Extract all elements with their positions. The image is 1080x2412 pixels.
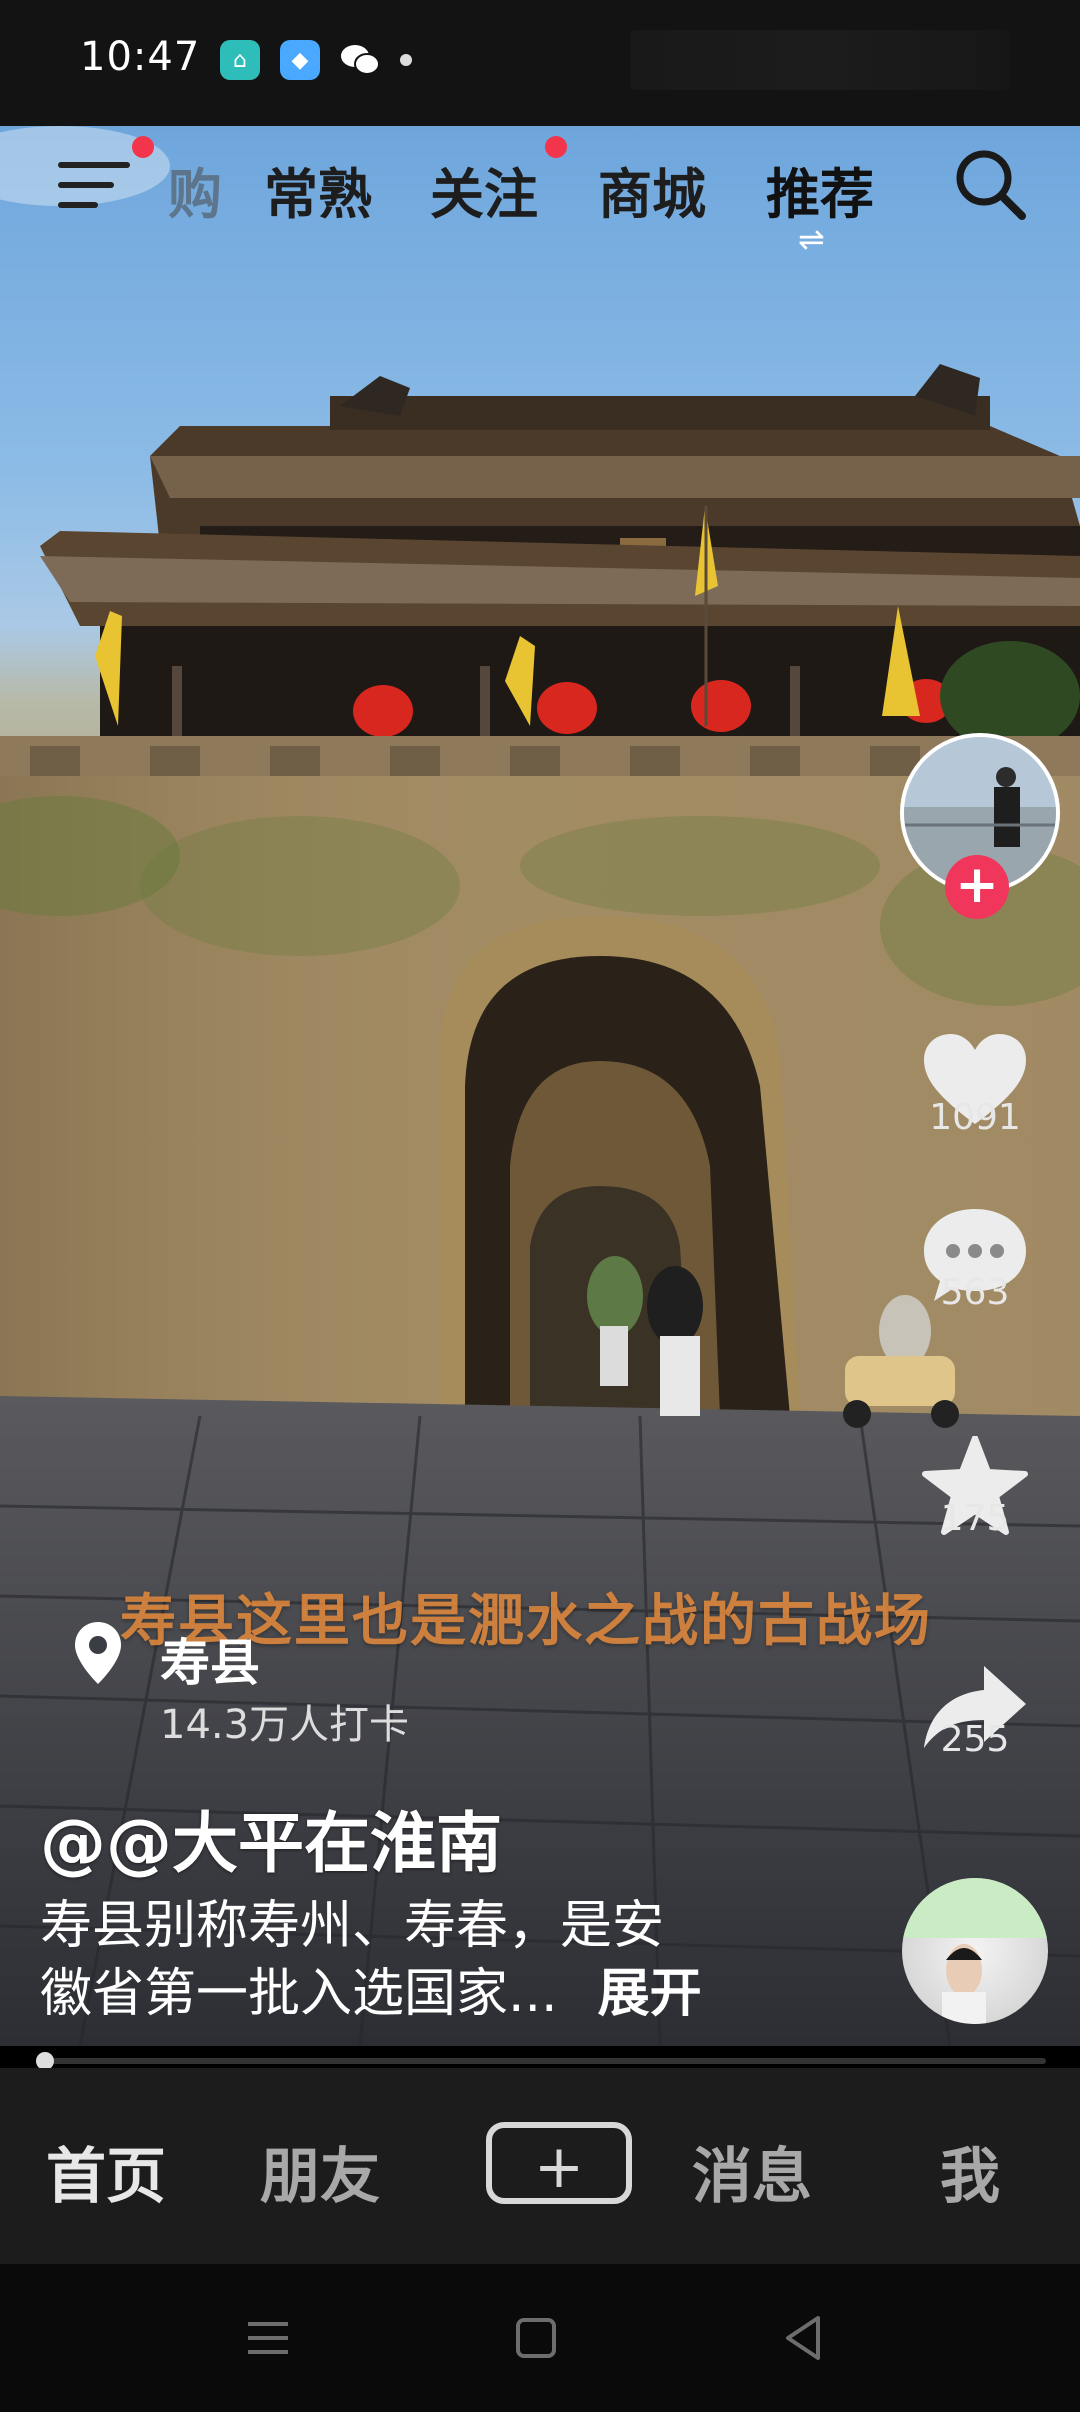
music-disc-avatar[interactable] xyxy=(902,1878,1048,2024)
location-name[interactable]: 寿县 xyxy=(160,1623,260,1695)
bottom-nav: 首页 朋友 + 消息 我 xyxy=(0,2068,1080,2264)
description-line-2-text: 徽省第一批入选国家... xyxy=(40,1964,558,2024)
status-icons: ⌂ ◆ xyxy=(220,40,412,80)
post-description: 寿县别称寿州、寿春，是安 徽省第一批入选国家... 展开 xyxy=(40,1892,800,2028)
author-name[interactable]: @@大平在淮南 xyxy=(40,1790,502,1886)
description-line-1: 寿县别称寿州、寿春，是安 xyxy=(40,1896,665,1956)
comment-count: 563 xyxy=(940,1272,1010,1313)
share-count: 255 xyxy=(940,1719,1010,1760)
menu-notification-dot xyxy=(132,136,154,158)
wechat-icon xyxy=(340,40,380,80)
description-line-2: 徽省第一批入选国家... 展开 xyxy=(40,1960,800,2028)
dot-icon xyxy=(400,54,412,66)
tab-following[interactable]: 关注 xyxy=(430,150,538,229)
app-screen: 10:47 ⌂ ◆ 购 常熟 关注 商城 推荐 ⇌ + 1091 563 175… xyxy=(0,0,1080,2412)
system-nav-bar xyxy=(0,2264,1080,2412)
status-bar: 10:47 ⌂ ◆ xyxy=(0,0,1080,126)
nav-friends[interactable]: 朋友 xyxy=(260,2128,380,2215)
back-button-icon[interactable] xyxy=(774,2308,834,2368)
blue-app-icon: ◆ xyxy=(280,40,320,80)
tab-local[interactable]: 常熟 xyxy=(264,150,372,229)
search-icon[interactable] xyxy=(950,144,1030,224)
like-count: 1091 xyxy=(929,1097,1021,1138)
home-app-icon: ⌂ xyxy=(220,40,260,80)
tab-shop[interactable]: 商城 xyxy=(598,150,706,229)
status-right-blurred xyxy=(630,30,1010,90)
favorite-count: 175 xyxy=(940,1498,1010,1539)
home-button-icon[interactable] xyxy=(506,2308,566,2368)
switch-feed-icon[interactable]: ⇌ xyxy=(798,220,825,258)
create-post-button[interactable]: + xyxy=(486,2122,632,2204)
status-time: 10:47 xyxy=(80,34,201,80)
nav-home[interactable]: 首页 xyxy=(46,2128,166,2215)
following-notification-dot xyxy=(545,136,567,158)
playback-progress-track[interactable] xyxy=(36,2058,1046,2064)
top-nav: 购 常熟 关注 商城 推荐 ⇌ xyxy=(0,126,1080,258)
tab-mall-partial[interactable]: 购 xyxy=(168,150,222,229)
music-disc-photo xyxy=(902,1878,1048,2024)
nav-me[interactable]: 我 xyxy=(940,2128,1000,2215)
follow-button[interactable]: + xyxy=(945,855,1009,919)
menu-icon[interactable] xyxy=(58,152,130,212)
location-checkins: 14.3万人打卡 xyxy=(160,1702,410,1748)
expand-link[interactable]: 展开 xyxy=(598,1964,702,2024)
recent-apps-icon[interactable] xyxy=(238,2308,298,2368)
location-pin-icon xyxy=(75,1622,121,1684)
tab-recommend[interactable]: 推荐 xyxy=(766,150,874,229)
nav-messages[interactable]: 消息 xyxy=(692,2128,812,2215)
